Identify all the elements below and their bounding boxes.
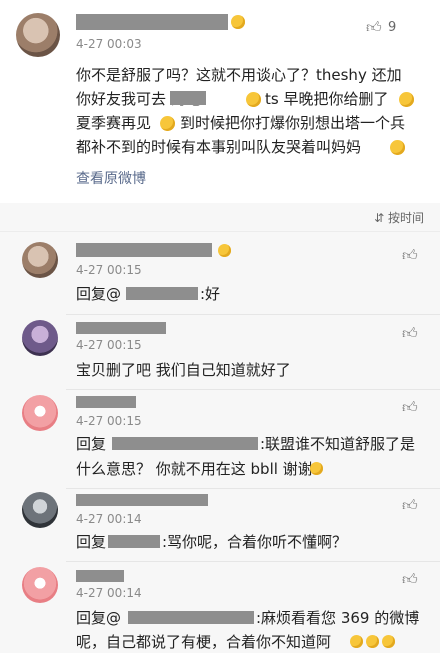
divider [66,389,440,390]
reply-text: 宝贝删了吧 我们自己知道就好了 [76,361,291,379]
comment-text-part: 到时候把你打爆你别想出塔一个兵 [180,114,406,132]
reply-prefix: 回复 [76,435,107,453]
avatar[interactable] [16,13,60,57]
weibo-comment-thread: { "main_comment": { "time": "4-27 00:03"… [0,0,440,653]
sort-by-time-button[interactable]: ⇵ 按时间 [374,209,424,226]
avatar[interactable] [22,492,58,528]
redacted-username[interactable] [76,570,124,582]
reply-prefix: 回复@ [76,609,122,627]
avatar[interactable] [22,320,58,356]
reply-text-line-2: 什么意思？ 你就不用在这 bbll 谢谢 [76,460,313,478]
divider [66,488,440,489]
emoji-icon [160,116,175,131]
divider [66,314,440,315]
avatar[interactable] [22,395,58,431]
reply-text-after: :联盟谁不知道舒服了是 [260,435,416,453]
badge-icon [231,15,245,29]
emoji-icon [366,635,379,648]
reply-list: 4-27 00:15 👍︎ 回复@ :好 4-27 00:15 👍︎ 宝贝删了吧… [0,232,440,653]
comment-text-line-3: 夏季赛再见 [76,114,152,132]
redacted-mention[interactable] [126,287,198,300]
reply-text-line-2: 呢，自己都说了有梗，合着你不知道阿 [76,633,332,651]
reply-prefix: 回复@ [76,285,122,303]
emoji-icon [399,92,414,107]
redacted-username[interactable] [76,243,212,257]
redacted-username[interactable] [76,322,166,334]
reply-text-after: :骂你呢，合着你听不懂啊？ [162,533,348,551]
comment-text-line-1: 你不是舒服了吗？这就不用谈心了？theshy 还加 [76,66,402,84]
redacted-username[interactable] [76,494,208,506]
view-original-link[interactable]: 查看原微博 [76,168,146,188]
comment-text-part: ts 早晚把你给删了 [265,90,389,108]
comment-text-line-4: 都补不到的时候有本事别叫队友哭着叫妈妈 [76,138,362,156]
reply-prefix: 回复 [76,533,107,551]
comment-time: 4-27 00:03 [76,37,142,51]
thumbs-up-emoji-icon [310,462,323,475]
main-comment: 4-27 00:03 👍︎ 9 你不是舒服了吗？这就不用谈心了？theshy 还… [0,0,440,200]
avatar[interactable] [22,567,58,603]
like-icon[interactable]: 👍︎ [402,398,418,417]
emoji-icon [390,140,405,155]
reply-text: 回复@ [76,282,121,306]
emoji-icon [382,635,395,648]
reply-text-after: :好 [200,285,221,303]
like-icon[interactable]: 👍︎ [402,496,418,515]
sort-icon: ⇵ [374,211,388,225]
redacted-mention[interactable] [108,535,160,548]
divider [66,561,440,562]
emoji-icon [350,635,363,648]
like-icon[interactable]: 👍︎ [402,570,418,589]
like-icon[interactable]: 👍︎ [366,18,382,37]
sort-label: 按时间 [387,211,424,225]
comment-time: 4-27 00:15 [76,338,142,352]
reply-text-after: :麻烦看看您 369 的微博 [256,609,420,627]
like-icon[interactable]: 👍︎ [402,324,418,343]
redacted-mention[interactable] [112,437,258,450]
redacted-username[interactable] [76,396,136,408]
redacted-mention[interactable] [128,611,254,624]
emoji-icon [246,92,261,107]
comment-time: 4-27 00:14 [76,512,142,526]
comment-time: 4-27 00:14 [76,586,142,600]
like-count: 9 [388,20,397,35]
redacted-username[interactable] [76,14,228,30]
comment-time: 4-27 00:15 [76,263,142,277]
sort-bar: ⇵ 按时间 [0,203,440,232]
comment-time: 4-27 00:15 [76,414,142,428]
like-icon[interactable]: 👍︎ [402,246,418,265]
badge-icon [218,244,231,257]
avatar[interactable] [22,242,58,278]
redacted-name [170,91,206,105]
